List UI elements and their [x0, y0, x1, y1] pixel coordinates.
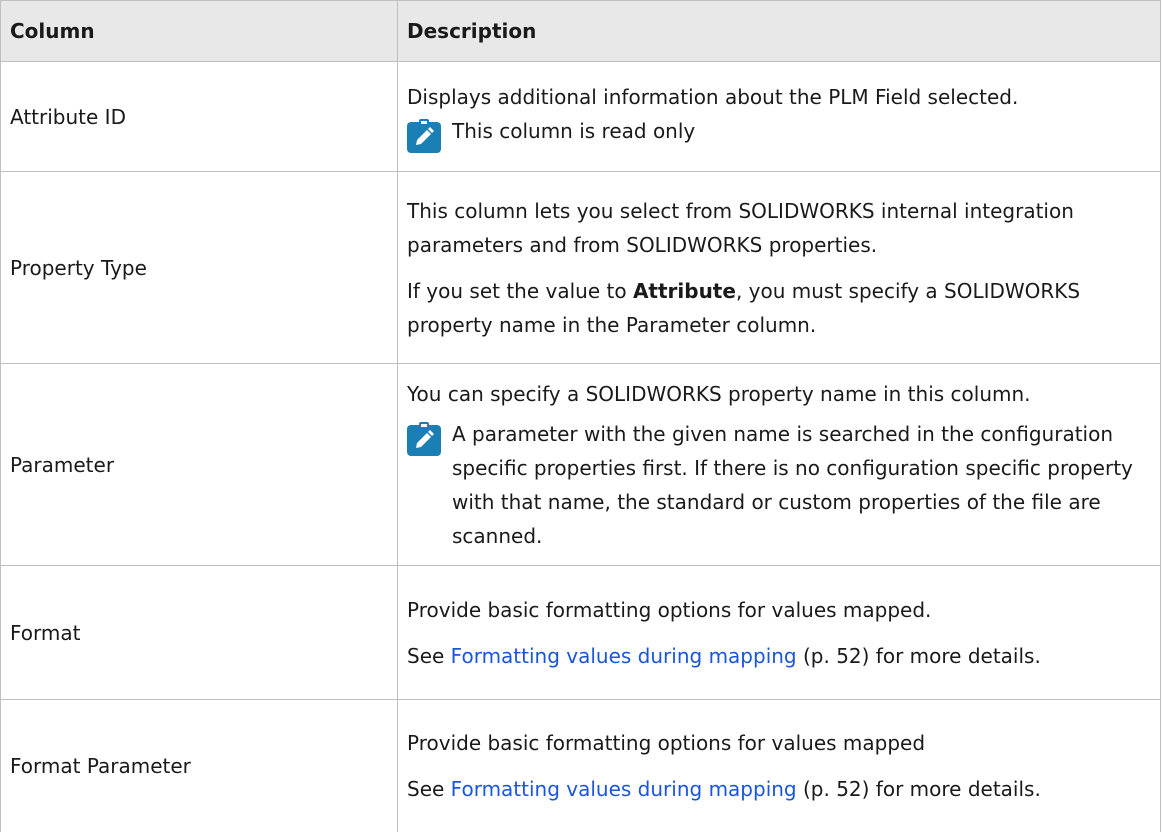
row-description: Provide basic formatting options for val… [397, 565, 1161, 700]
note: This column is read only [407, 114, 1150, 153]
text-prefix: See [407, 776, 451, 801]
description-text: Displays additional information about th… [407, 85, 1019, 109]
description-text: This column lets you select from SOLIDWO… [407, 198, 1074, 257]
attribute-keyword: Attribute [632, 278, 736, 303]
text-suffix: (p. 52) for more details. [796, 643, 1041, 668]
text-prefix: If you set the value to [407, 278, 633, 303]
header-description: Description [397, 0, 1161, 62]
text-suffix: (p. 52) for more details. [796, 776, 1041, 801]
table-row: Format Parameter Provide basic formattin… [0, 699, 1161, 832]
description-text: You can specify a SOLIDWORKS property na… [407, 381, 1031, 406]
row-name: Parameter [0, 363, 398, 566]
row-description: You can specify a SOLIDWORKS property na… [397, 363, 1161, 566]
formatting-link[interactable]: Formatting values during mapping [451, 644, 797, 668]
row-name: Format Parameter [0, 699, 398, 832]
row-name: Format [0, 565, 398, 700]
note-text: A parameter with the given name is searc… [452, 421, 1133, 548]
note-pencil-icon [407, 421, 441, 456]
row-name: Attribute ID [0, 61, 398, 172]
row-name: Property Type [0, 171, 398, 364]
formatting-link[interactable]: Formatting values during mapping [451, 777, 797, 801]
description-text-2: If you set the value to Attribute, you m… [407, 274, 1150, 342]
columns-table: Column Description Attribute ID Displays… [0, 0, 1161, 832]
table-row: Format Provide basic formatting options … [0, 565, 1161, 700]
description-text: Provide basic formatting options for val… [407, 597, 932, 622]
row-description: Provide basic formatting options for val… [397, 699, 1161, 832]
note: A parameter with the given name is searc… [407, 417, 1150, 553]
table-row: Property Type This column lets you selec… [0, 171, 1161, 364]
note-pencil-icon [407, 119, 441, 153]
description-text: Provide basic formatting options for val… [407, 730, 926, 755]
table-row: Attribute ID Displays additional informa… [0, 61, 1161, 172]
text-prefix: See [407, 643, 451, 668]
description-text-2: See Formatting values during mapping (p.… [407, 772, 1150, 806]
table-header-row: Column Description [0, 0, 1161, 62]
row-description: Displays additional information about th… [397, 61, 1161, 172]
description-text-2: See Formatting values during mapping (p.… [407, 639, 1150, 673]
header-column: Column [0, 0, 398, 62]
row-description: This column lets you select from SOLIDWO… [397, 171, 1161, 364]
table-row: Parameter You can specify a SOLIDWORKS p… [0, 363, 1161, 566]
note-text: This column is read only [452, 119, 696, 143]
